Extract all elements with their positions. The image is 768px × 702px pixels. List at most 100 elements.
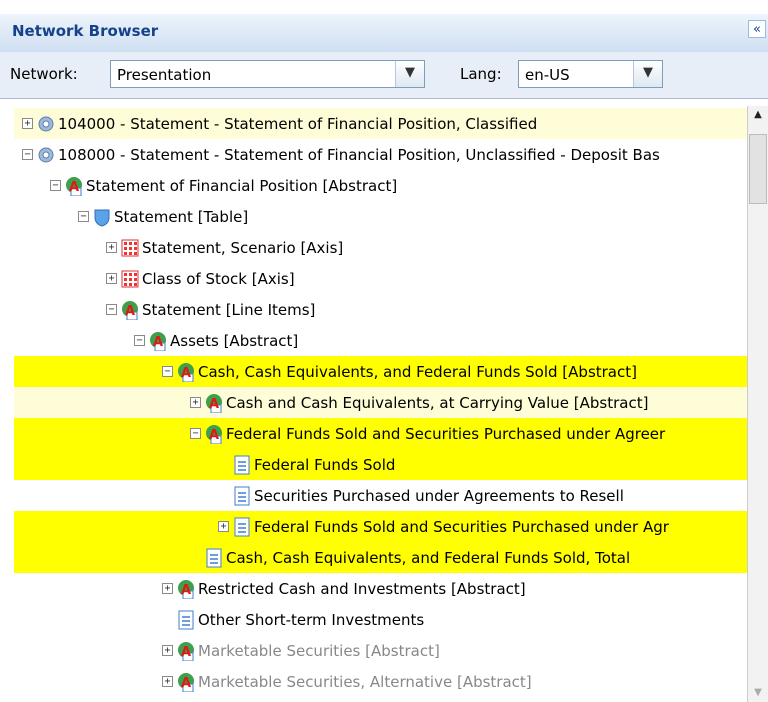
tree-node-label: Federal Funds Sold and Securities Purcha… xyxy=(226,424,666,443)
document-icon xyxy=(233,517,251,537)
collapse-node-icon[interactable]: − xyxy=(78,211,89,222)
tree-node-label: Marketable Securities [Abstract] xyxy=(198,641,440,660)
gear-icon xyxy=(37,145,55,165)
tree-node-label: Assets [Abstract] xyxy=(170,331,299,350)
expand-node-icon[interactable]: + xyxy=(106,273,117,284)
abstract-icon: A xyxy=(205,424,223,444)
collapse-node-icon[interactable]: − xyxy=(50,180,61,191)
tree-node-content: + A Marketable Securities [Abstract] xyxy=(162,635,440,666)
svg-text:A: A xyxy=(125,304,135,319)
tree-node[interactable]: − A Statement of Financial Position [Abstr… xyxy=(14,170,748,201)
tree-node[interactable]: − 108000 - Statement - Statement of Finan… xyxy=(14,139,748,170)
tree-node-content: Other Short-term Investments xyxy=(162,604,424,635)
tree-node-content: + A Marketable Securities, Alternative [Ab… xyxy=(162,666,532,697)
tree-node-label: Statement [Table] xyxy=(114,207,249,226)
tree-node-content: − A Statement of Financial Position [Abstr… xyxy=(50,170,397,201)
tree-node[interactable]: + Class of Stock [Axis] xyxy=(14,263,748,294)
filter-toolbar: Network: Presentation ▼ Lang: en-US ▼ xyxy=(0,52,768,99)
expand-node-icon[interactable]: + xyxy=(162,676,173,687)
abstract-icon: A xyxy=(177,672,195,692)
scroll-thumb[interactable] xyxy=(749,134,767,204)
chevron-down-icon[interactable]: ▼ xyxy=(395,61,424,87)
expand-node-icon[interactable]: + xyxy=(162,583,173,594)
tree-node[interactable]: + A Cash and Cash Equivalents, at Carrying… xyxy=(14,387,748,418)
network-select[interactable]: Presentation ▼ xyxy=(110,60,425,88)
table-icon xyxy=(93,207,111,227)
tree-node[interactable]: Federal Funds Sold xyxy=(14,449,748,480)
panel-header: Network Browser « xyxy=(0,0,768,53)
collapse-node-icon[interactable]: − xyxy=(190,428,201,439)
expand-node-icon[interactable]: + xyxy=(106,242,117,253)
tree-node[interactable]: − A Statement [Line Items] xyxy=(14,294,748,325)
expand-node-icon[interactable]: + xyxy=(190,397,201,408)
tree-node[interactable]: +104000 - Statement - Statement of Finan… xyxy=(14,108,748,139)
document-icon xyxy=(233,486,251,506)
tree-node[interactable]: + A Restricted Cash and Investments [Abstr… xyxy=(14,573,748,604)
tree-node[interactable]: + A Marketable Securities, Alternative [Ab… xyxy=(14,666,748,697)
tree-node-content: + Federal Funds Sold and Securities Purch… xyxy=(218,511,669,542)
abstract-icon: A xyxy=(65,176,83,196)
tree-node-label: Statement, Scenario [Axis] xyxy=(142,238,344,257)
tree-node-content: − 108000 - Statement - Statement of Finan… xyxy=(22,139,660,170)
panel-title: Network Browser xyxy=(12,22,159,40)
tree-node-label: Marketable Securities, Alternative [Abst… xyxy=(198,672,532,691)
expand-node-icon[interactable]: + xyxy=(162,645,173,656)
collapse-node-icon[interactable]: − xyxy=(22,149,33,160)
document-icon xyxy=(177,610,195,630)
axis-icon xyxy=(121,238,139,258)
tree-node[interactable]: + A Marketable Securities [Abstract] xyxy=(14,635,748,666)
tree-node-label: Statement [Line Items] xyxy=(142,300,316,319)
network-label: Network: xyxy=(10,65,78,83)
abstract-icon: A xyxy=(205,393,223,413)
tree-node[interactable]: + Statement, Scenario [Axis] xyxy=(14,232,748,263)
tree-node[interactable]: + Federal Funds Sold and Securities Purch… xyxy=(14,511,748,542)
tree-node-content: − Statement [Table] xyxy=(78,201,248,232)
tree-node-label: 104000 - Statement - Statement of Financ… xyxy=(58,114,538,133)
svg-text:A: A xyxy=(209,397,219,412)
collapse-panel-button[interactable]: « xyxy=(748,20,766,38)
lang-select[interactable]: en-US ▼ xyxy=(518,60,663,88)
expand-node-icon[interactable]: + xyxy=(218,521,229,532)
svg-text:A: A xyxy=(69,180,79,195)
tree-scrollbar[interactable]: ▲ ▼ xyxy=(747,106,768,702)
tree-node[interactable]: Securities Purchased under Agreements to… xyxy=(14,480,748,511)
chevron-down-icon[interactable]: ▼ xyxy=(633,61,662,87)
tree-node[interactable]: − A Federal Funds Sold and Securities Purc… xyxy=(14,418,748,449)
collapse-node-icon[interactable]: − xyxy=(162,366,173,377)
tree-node-content: Cash, Cash Equivalents, and Federal Fund… xyxy=(190,542,630,573)
gear-icon xyxy=(37,114,55,134)
tree-node-label: Federal Funds Sold and Securities Purcha… xyxy=(254,517,669,536)
tree-node[interactable]: − A Assets [Abstract] xyxy=(14,325,748,356)
tree-node[interactable]: Cash, Cash Equivalents, and Federal Fund… xyxy=(14,542,748,573)
tree-node-content: − A Assets [Abstract] xyxy=(134,325,298,356)
tree-node-content: + A Cash and Cash Equivalents, at Carrying… xyxy=(190,387,648,418)
tree-node-content: − A Federal Funds Sold and Securities Purc… xyxy=(190,418,665,449)
abstract-icon: A xyxy=(121,300,139,320)
expand-node-icon[interactable]: + xyxy=(22,118,33,129)
abstract-icon: A xyxy=(177,641,195,661)
svg-text:A: A xyxy=(209,428,219,443)
tree-node-label: Securities Purchased under Agreements to… xyxy=(254,486,624,505)
tree-node-label: 108000 - Statement - Statement of Financ… xyxy=(58,145,660,164)
tree-node-content: + A Restricted Cash and Investments [Abstr… xyxy=(162,573,526,604)
tree-node-content: +104000 - Statement - Statement of Finan… xyxy=(22,108,537,139)
tree-node[interactable]: Other Short-term Investments xyxy=(14,604,748,635)
tree-node-label: Restricted Cash and Investments [Abstrac… xyxy=(198,579,526,598)
abstract-icon: A xyxy=(177,579,195,599)
tree-node[interactable]: − A Cash, Cash Equivalents, and Federal Fu… xyxy=(14,356,748,387)
tree-node-content: + Class of Stock [Axis] xyxy=(106,263,295,294)
svg-text:A: A xyxy=(181,645,191,660)
scroll-up-icon[interactable]: ▲ xyxy=(751,108,765,122)
collapse-node-icon[interactable]: − xyxy=(106,304,117,315)
collapse-node-icon[interactable]: − xyxy=(134,335,145,346)
scroll-down-icon[interactable]: ▼ xyxy=(751,686,765,700)
svg-text:A: A xyxy=(153,335,163,350)
abstract-icon: A xyxy=(149,331,167,351)
tree-node[interactable]: − Statement [Table] xyxy=(14,201,748,232)
tree-node-label: Class of Stock [Axis] xyxy=(142,269,295,288)
tree-node-content: + Statement, Scenario [Axis] xyxy=(106,232,343,263)
tree-node-label: Cash, Cash Equivalents, and Federal Fund… xyxy=(226,548,631,567)
tree-node-label: Cash and Cash Equivalents, at Carrying V… xyxy=(226,393,649,412)
tree-node-content: − A Statement [Line Items] xyxy=(106,294,315,325)
title-bar: Network Browser « xyxy=(0,14,768,53)
